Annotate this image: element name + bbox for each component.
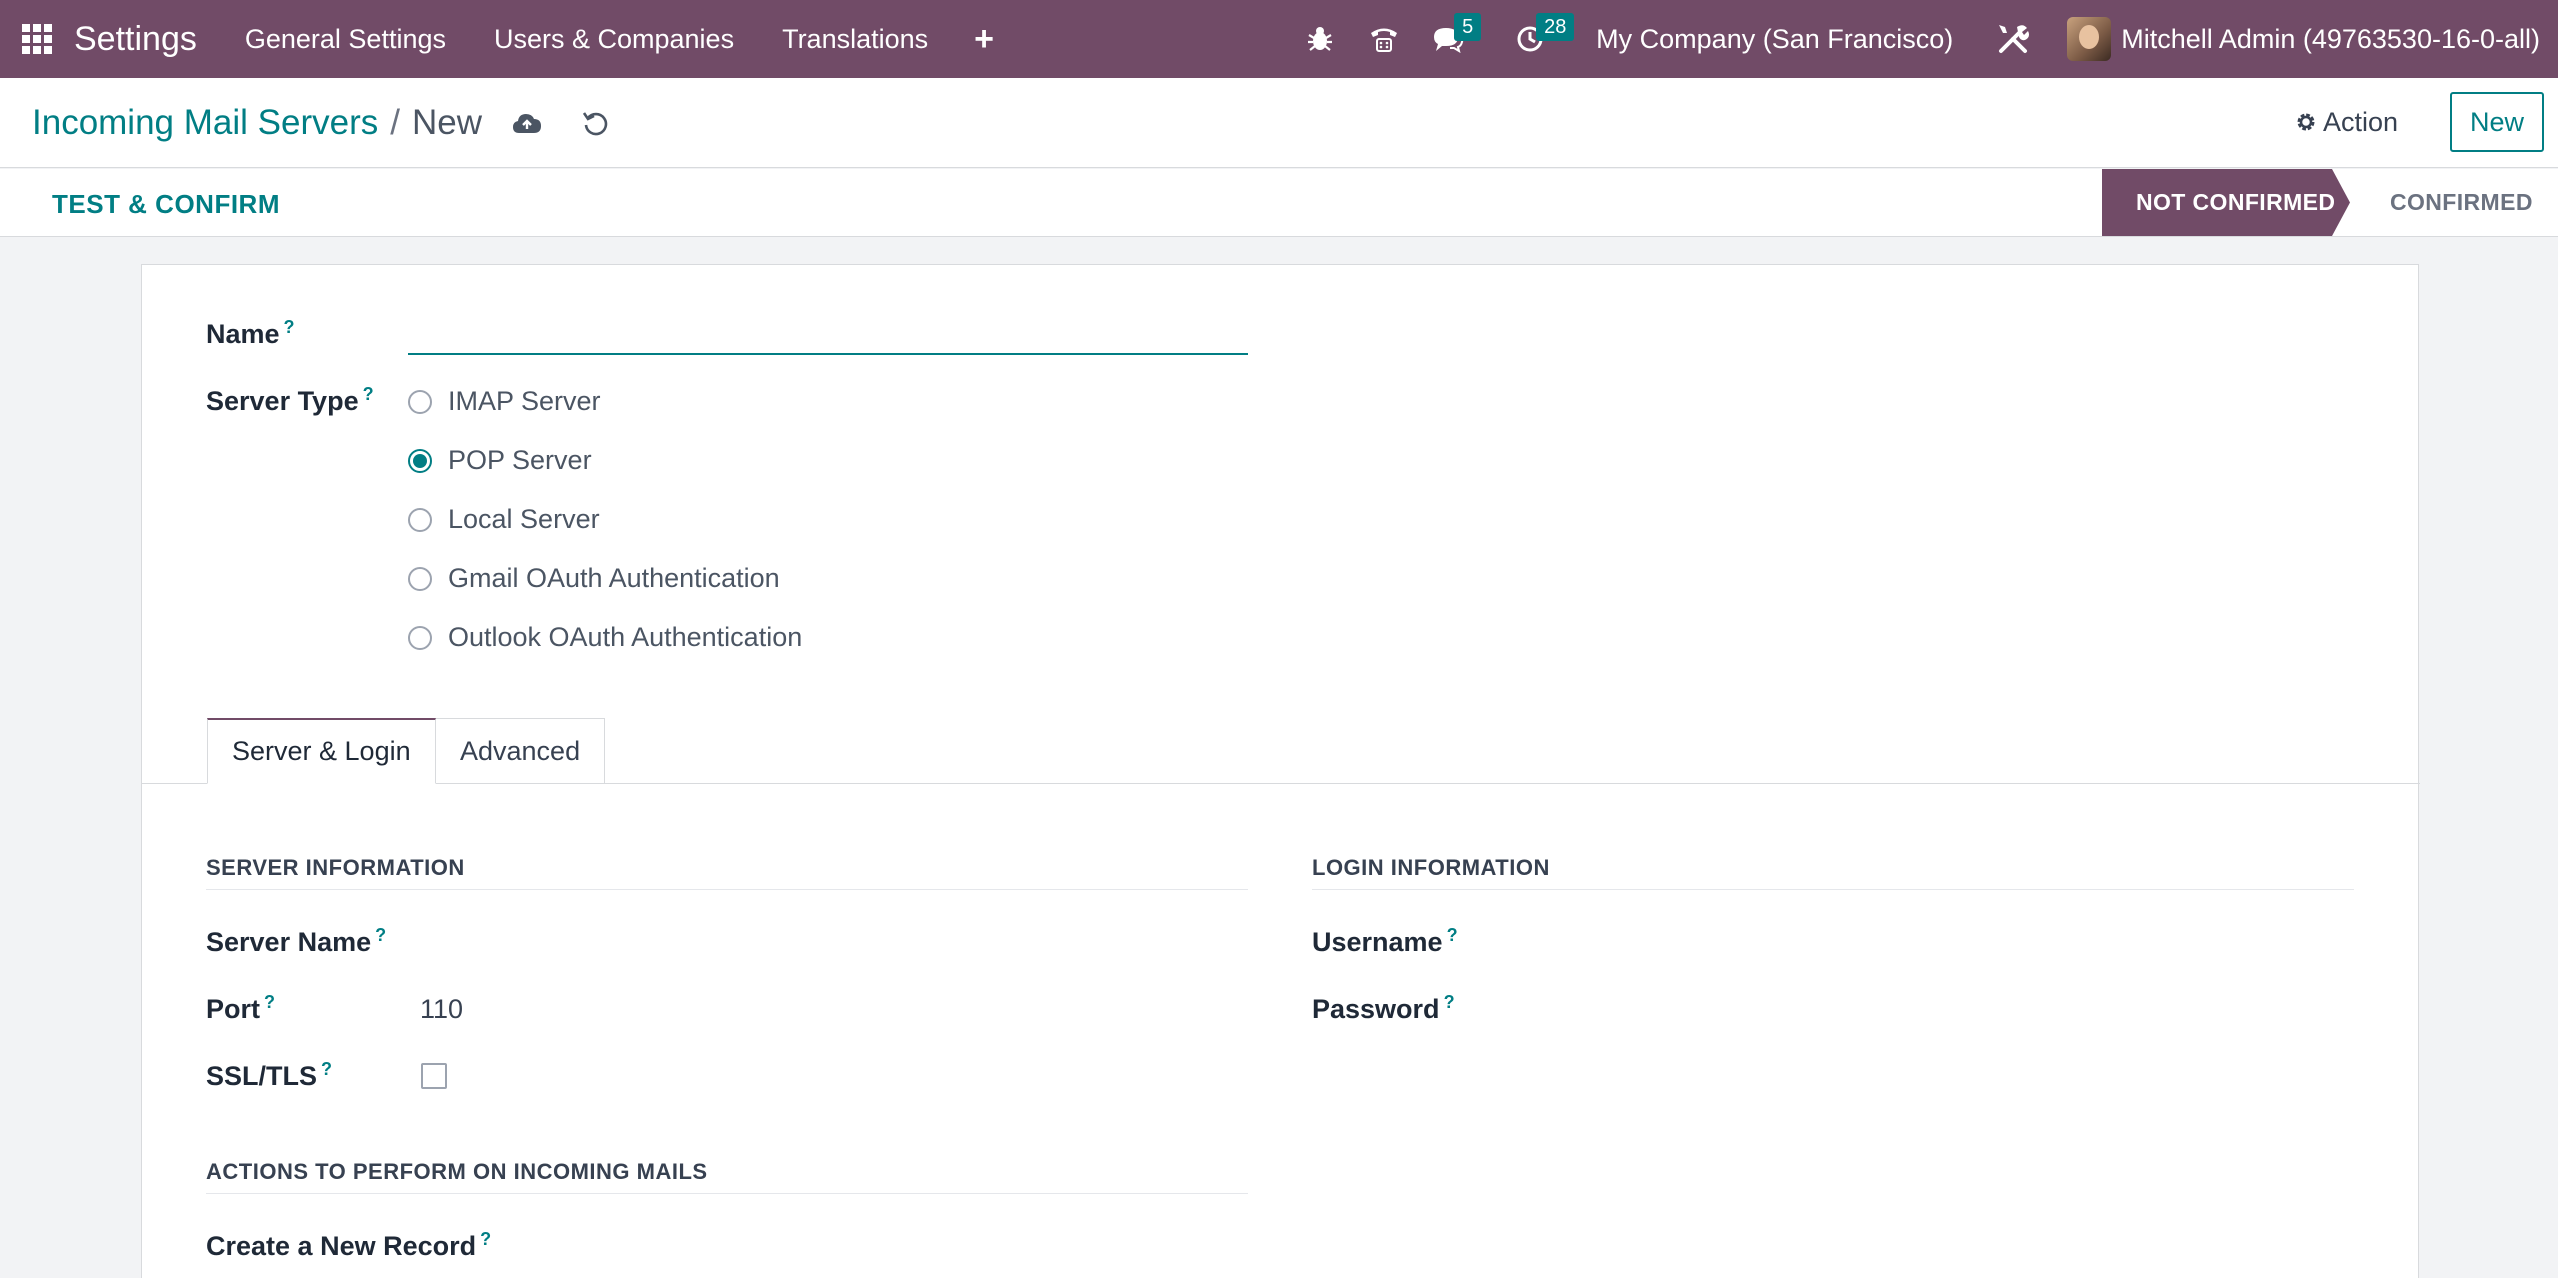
- tab-server-login[interactable]: Server & Login: [207, 718, 436, 784]
- action-label: Action: [2322, 106, 2398, 137]
- help-tooltip-icon[interactable]: ?: [480, 1229, 491, 1249]
- control-panel: Incoming Mail Servers / New Action New: [0, 78, 2558, 168]
- radio-label: Gmail OAuth Authentication: [448, 563, 780, 593]
- help-tooltip-icon[interactable]: ?: [363, 384, 374, 404]
- company-switcher[interactable]: My Company (San Francisco): [1596, 24, 1953, 55]
- app-grid-icon[interactable]: [22, 24, 52, 54]
- name-label: Name?: [206, 317, 295, 349]
- ssl-tls-label: SSL/TLS?: [206, 1059, 333, 1091]
- port-value[interactable]: 110: [420, 994, 463, 1025]
- menu-users-companies[interactable]: Users & Companies: [494, 24, 734, 55]
- radio-gmail-oauth[interactable]: Gmail OAuth Authentication: [408, 563, 780, 594]
- breadcrumb-separator: /: [390, 102, 400, 142]
- new-record-button[interactable]: New: [2449, 92, 2544, 152]
- name-input[interactable]: [408, 321, 1248, 355]
- radio-pop-server[interactable]: POP Server: [408, 445, 592, 476]
- actions-incoming-mails-title: ACTIONS TO PERFORM ON INCOMING MAILS: [206, 1159, 1248, 1194]
- user-avatar[interactable]: [2067, 17, 2112, 61]
- radio-local-server[interactable]: Local Server: [408, 504, 600, 535]
- radio-imap-server[interactable]: IMAP Server: [408, 386, 601, 417]
- activity-count-badge: 28: [1536, 13, 1575, 41]
- tools-icon[interactable]: [1993, 19, 2033, 59]
- help-tooltip-icon[interactable]: ?: [1447, 925, 1458, 945]
- phone-icon[interactable]: [1364, 19, 1404, 59]
- radio-button[interactable]: [408, 566, 432, 591]
- top-navbar: Settings General Settings Users & Compan…: [0, 0, 2558, 78]
- password-label: Password?: [1312, 992, 1455, 1024]
- help-tooltip-icon[interactable]: ?: [284, 317, 295, 337]
- control-panel-actions: Action New: [2295, 92, 2544, 152]
- plus-icon[interactable]: +: [974, 20, 994, 59]
- create-new-record-label: Create a New Record?: [206, 1229, 492, 1261]
- chat-icon[interactable]: 5: [1428, 13, 1482, 59]
- user-menu[interactable]: Mitchell Admin (49763530-16-0-all): [2121, 24, 2540, 55]
- server-name-label: Server Name?: [206, 925, 387, 957]
- breadcrumb: Incoming Mail Servers / New: [32, 103, 610, 143]
- help-tooltip-icon[interactable]: ?: [1444, 992, 1455, 1012]
- app-brand[interactable]: Settings: [74, 20, 197, 59]
- help-tooltip-icon[interactable]: ?: [375, 925, 386, 945]
- navbar-systray: 5 28 My Company (San Francisco) Mitchell…: [1288, 0, 2558, 78]
- radio-label: Local Server: [448, 504, 600, 534]
- stage-confirmed[interactable]: CONFIRMED: [2390, 169, 2533, 236]
- gear-icon: [2297, 113, 2315, 131]
- radio-button-checked[interactable]: [408, 448, 432, 473]
- port-label: Port?: [206, 992, 275, 1024]
- stage-not-confirmed[interactable]: NOT CONFIRMED: [2102, 169, 2350, 236]
- breadcrumb-current: New: [411, 102, 482, 142]
- menu-translations[interactable]: Translations: [782, 24, 928, 55]
- bug-icon[interactable]: [1300, 19, 1340, 59]
- chat-count-badge: 5: [1454, 13, 1482, 41]
- status-bar: TEST & CONFIRM NOT CONFIRMED CONFIRMED: [0, 169, 2558, 237]
- server-information-title: SERVER INFORMATION: [206, 855, 1248, 890]
- radio-button[interactable]: [408, 389, 432, 414]
- username-label: Username?: [1312, 925, 1458, 957]
- radio-label: IMAP Server: [448, 386, 601, 416]
- radio-label: POP Server: [448, 445, 592, 475]
- radio-outlook-oauth[interactable]: Outlook OAuth Authentication: [408, 622, 802, 653]
- action-menu-button[interactable]: Action: [2295, 107, 2398, 138]
- clock-icon[interactable]: 28: [1510, 13, 1575, 59]
- tab-advanced[interactable]: Advanced: [436, 718, 606, 784]
- help-tooltip-icon[interactable]: ?: [264, 992, 275, 1012]
- radio-button[interactable]: [408, 507, 432, 532]
- radio-button[interactable]: [408, 625, 432, 650]
- server-type-label: Server Type?: [206, 384, 374, 416]
- breadcrumb-parent[interactable]: Incoming Mail Servers: [32, 103, 378, 143]
- radio-label: Outlook OAuth Authentication: [448, 622, 803, 652]
- save-cloud-icon[interactable]: [512, 111, 542, 135]
- form-sheet: Name? Server Type? IMAP Server POP Serve…: [141, 264, 2420, 1278]
- help-tooltip-icon[interactable]: ?: [321, 1059, 332, 1079]
- ssl-tls-checkbox[interactable]: [421, 1063, 447, 1089]
- login-information-title: LOGIN INFORMATION: [1312, 855, 2354, 890]
- test-confirm-button[interactable]: TEST & CONFIRM: [52, 189, 280, 220]
- menu-general-settings[interactable]: General Settings: [245, 24, 446, 55]
- discard-undo-icon[interactable]: [582, 109, 610, 137]
